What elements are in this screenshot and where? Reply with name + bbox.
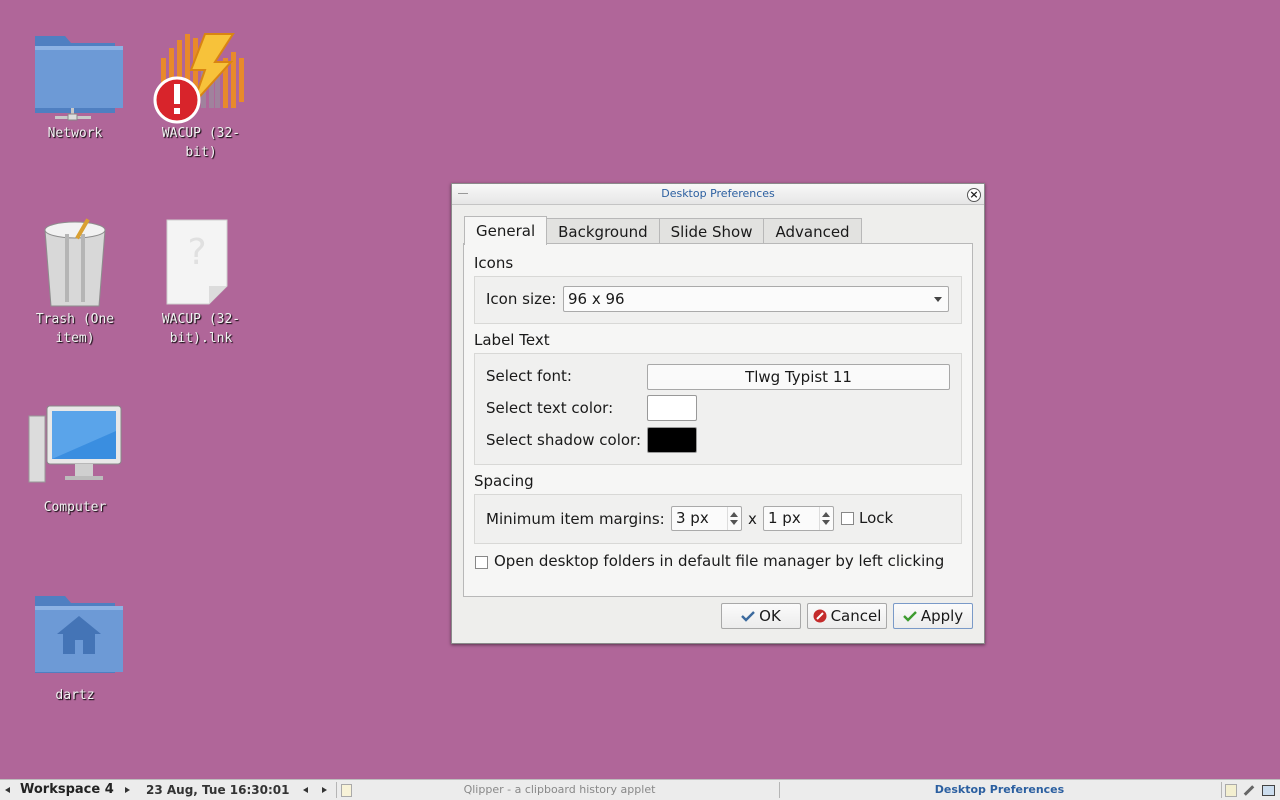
spacing-frame: Minimum item margins: 3 px x 1 px Lock: [474, 494, 962, 544]
icon-size-select[interactable]: 96 x 96: [563, 286, 949, 312]
select-font-label: Select font:: [486, 367, 572, 385]
text-color-button[interactable]: [647, 395, 697, 421]
spin-up-icon[interactable]: [822, 512, 830, 517]
label-text-section-title: Label Text: [474, 331, 550, 349]
apply-label: Apply: [920, 607, 964, 625]
shadow-color-button[interactable]: [647, 427, 697, 453]
check-icon: [902, 611, 917, 622]
desktop-icon-trash[interactable]: Trash (One item): [20, 214, 130, 348]
open-folders-checkbox[interactable]: [475, 556, 488, 569]
apply-button[interactable]: Apply: [893, 603, 973, 629]
cancel-icon: [813, 609, 827, 623]
cancel-label: Cancel: [830, 607, 882, 625]
workspace-label[interactable]: Workspace 4: [20, 780, 114, 800]
lock-checkbox[interactable]: [841, 512, 854, 525]
spacing-section-title: Spacing: [474, 472, 534, 490]
desktop-preferences-dialog: Desktop Preferences × General Background…: [451, 183, 985, 644]
window-menu-icon[interactable]: [458, 193, 468, 194]
tab-background[interactable]: Background: [546, 218, 660, 244]
text-color-label: Select text color:: [486, 399, 614, 417]
taskbar-item-qlipper[interactable]: Qlipper - a clipboard history applet: [341, 780, 778, 800]
margin-x-spinbox[interactable]: 3 px: [671, 506, 742, 531]
desktop-icon-wacup-lnk[interactable]: ? WACUP (32-bit).lnk: [146, 214, 256, 348]
margin-x-value: 3 px: [676, 509, 709, 527]
tab-bar: General Background Slide Show Advanced: [464, 216, 862, 245]
svg-text:?: ?: [187, 232, 206, 273]
unknown-file-icon: ?: [153, 214, 249, 310]
margin-y-spinbox[interactable]: 1 px: [763, 506, 834, 531]
tray-notes-icon[interactable]: [1225, 780, 1237, 800]
desktop-icon-label: Network: [47, 126, 103, 141]
icon-size-value: 96 x 96: [568, 290, 625, 308]
open-folders-label: Open desktop folders in default file man…: [494, 552, 945, 570]
network-folder-icon: [27, 28, 123, 124]
tray-display-icon[interactable]: [1262, 780, 1275, 800]
tab-advanced[interactable]: Advanced: [763, 218, 862, 244]
dialog-titlebar[interactable]: Desktop Preferences ×: [452, 184, 984, 205]
font-chooser-button[interactable]: Tlwg Typist 11: [647, 364, 950, 390]
dialog-title: Desktop Preferences: [661, 187, 775, 200]
computer-icon: [27, 402, 123, 498]
cancel-button[interactable]: Cancel: [807, 603, 887, 629]
taskbar: Workspace 4 23 Aug, Tue 16:30:01 Qlipper…: [0, 779, 1280, 800]
desktop-icon-computer[interactable]: Computer: [20, 402, 130, 517]
desktop-icon-wacup[interactable]: WACUP (32-bit): [146, 28, 256, 162]
margins-label: Minimum item margins:: [486, 510, 665, 528]
spin-down-icon[interactable]: [730, 520, 738, 525]
trash-full-icon: [27, 214, 123, 310]
icon-size-label: Icon size:: [486, 290, 557, 308]
chevron-down-icon: [934, 297, 942, 302]
general-panel: Icons Icon size: 96 x 96 Label Text Sele…: [463, 243, 973, 597]
desktop-icon-label: WACUP (32-bit).lnk: [161, 312, 241, 346]
wacup-warning-icon: [153, 28, 249, 124]
home-folder-icon: [27, 590, 123, 686]
workspace-next-icon[interactable]: [125, 780, 130, 800]
desktop-icon-network[interactable]: Network: [20, 28, 130, 143]
label-text-frame: Select font: Tlwg Typist 11 Select text …: [474, 353, 962, 465]
check-icon: [741, 611, 756, 622]
desktop-icon-label: Trash (One item): [35, 312, 115, 346]
task-prev-icon[interactable]: [303, 780, 308, 800]
desktop-icon-label: WACUP (32-bit): [161, 126, 241, 160]
tab-general[interactable]: General: [464, 216, 548, 245]
taskbar-item-label: Qlipper - a clipboard history applet: [463, 783, 656, 796]
margin-y-value: 1 px: [768, 509, 801, 527]
spin-down-icon[interactable]: [822, 520, 830, 525]
ok-button[interactable]: OK: [721, 603, 801, 629]
icons-frame: Icon size: 96 x 96: [474, 276, 962, 324]
desktop-icon-label: dartz: [55, 688, 95, 703]
taskbar-item-desktop-preferences[interactable]: Desktop Preferences: [781, 780, 1218, 800]
ok-label: OK: [759, 607, 781, 625]
times-label: x: [748, 510, 757, 528]
desktop-icon-label: Computer: [43, 500, 107, 515]
close-icon[interactable]: ×: [967, 188, 981, 202]
lock-label: Lock: [859, 509, 894, 527]
workspace-prev-icon[interactable]: [5, 780, 10, 800]
spin-up-icon[interactable]: [730, 512, 738, 517]
shadow-color-label: Select shadow color:: [486, 431, 642, 449]
tray-tools-icon[interactable]: [1243, 780, 1255, 800]
task-next-icon[interactable]: [322, 780, 327, 800]
tab-slide-show[interactable]: Slide Show: [658, 218, 765, 244]
clock[interactable]: 23 Aug, Tue 16:30:01: [146, 780, 289, 800]
desktop-icon-home[interactable]: dartz: [20, 590, 130, 705]
icons-section-title: Icons: [474, 254, 514, 272]
